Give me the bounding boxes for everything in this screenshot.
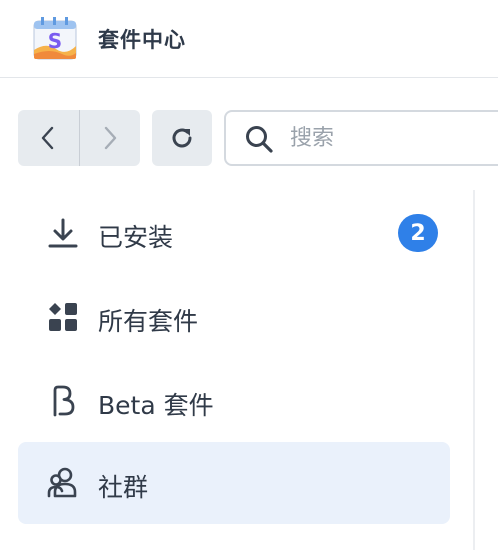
sidebar-item-label: Beta 套件 xyxy=(98,391,214,420)
title-bar: S 套件中心 xyxy=(0,0,498,78)
beta-icon xyxy=(46,384,80,418)
installed-count-badge: 2 xyxy=(398,214,438,252)
search-icon xyxy=(246,126,273,153)
forward-button[interactable] xyxy=(79,110,140,166)
history-nav xyxy=(18,110,140,166)
search-box xyxy=(224,110,498,166)
sidebar-item-label: 已安装 xyxy=(98,223,174,252)
refresh-icon xyxy=(172,128,192,148)
package-center-logo-icon: S xyxy=(33,17,77,60)
app-title: 套件中心 xyxy=(98,28,186,52)
sidebar-item-all-packages[interactable]: 所有套件 xyxy=(18,276,450,358)
refresh-button[interactable] xyxy=(152,110,212,166)
sidebar-item-beta-packages[interactable]: Beta 套件 xyxy=(18,360,450,442)
sidebar-item-installed[interactable]: 已安装 2 xyxy=(18,192,450,274)
back-button[interactable] xyxy=(18,110,79,166)
sidebar-divider xyxy=(473,190,475,550)
svg-text:S: S xyxy=(48,29,62,53)
community-icon xyxy=(46,466,80,500)
grid-icon xyxy=(46,300,80,334)
chevron-right-icon xyxy=(104,126,116,150)
download-icon xyxy=(46,216,80,250)
chevron-left-icon xyxy=(42,126,54,150)
search-input[interactable] xyxy=(290,123,490,153)
sidebar-item-community[interactable]: 社群 xyxy=(18,442,450,524)
sidebar-item-label: 所有套件 xyxy=(98,307,199,336)
sidebar-item-label: 社群 xyxy=(98,473,149,502)
